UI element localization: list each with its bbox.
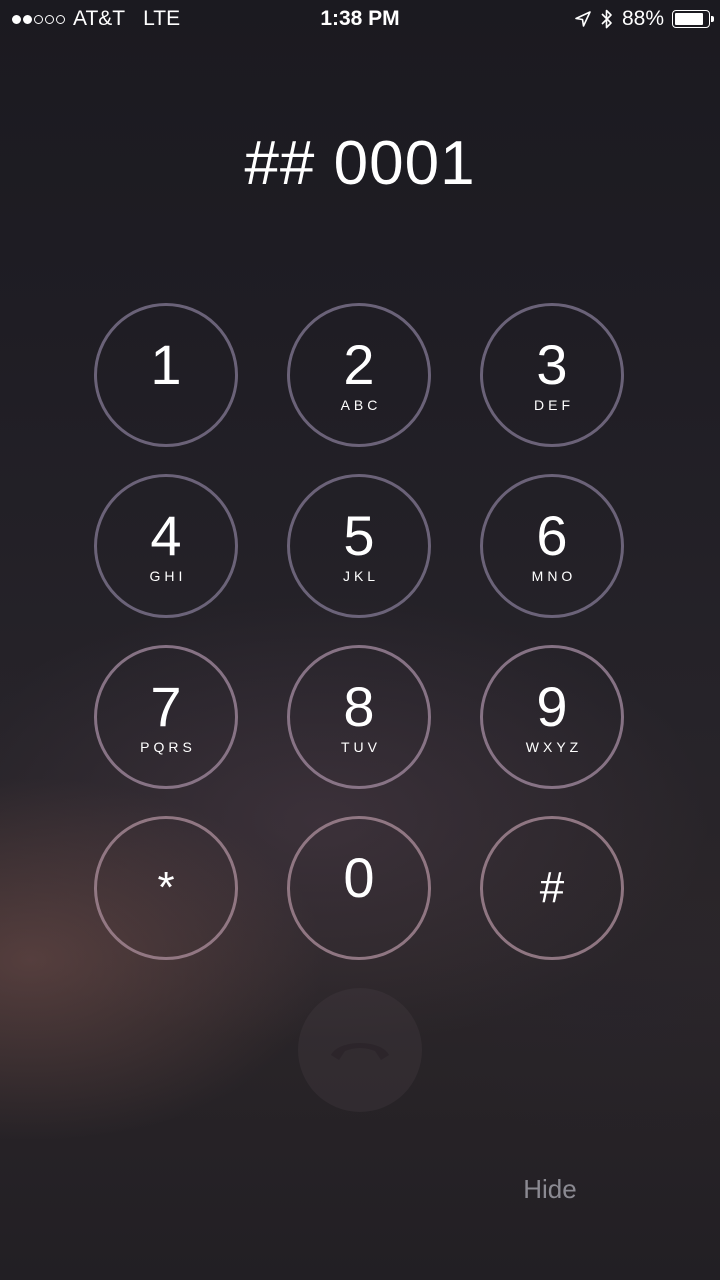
key-letters: GHI — [149, 568, 187, 584]
battery-percent: 88% — [621, 7, 664, 30]
end-call-button[interactable] — [298, 988, 422, 1112]
key-6[interactable]: 6 MNO — [480, 474, 624, 618]
key-letters: PQRS — [140, 739, 196, 755]
phone-hangup-icon — [325, 1033, 395, 1068]
key-1[interactable]: 1 — [94, 303, 238, 447]
key-5[interactable]: 5 JKL — [287, 474, 431, 618]
key-letters: ABC — [340, 397, 382, 413]
key-digit: 9 — [536, 675, 568, 738]
key-9[interactable]: 9 WXYZ — [480, 645, 624, 789]
key-digit: 3 — [536, 333, 568, 396]
key-digit: * — [157, 863, 175, 912]
key-digit: 8 — [343, 675, 375, 738]
key-7[interactable]: 7 PQRS — [94, 645, 238, 789]
key-hash[interactable]: # — [480, 816, 624, 960]
key-2[interactable]: 2 ABC — [287, 303, 431, 447]
dialed-number: ## 0001 — [244, 129, 476, 198]
key-letters: DEF — [534, 397, 574, 413]
key-digit: 5 — [343, 504, 375, 567]
bluetooth-icon — [600, 8, 614, 30]
key-8[interactable]: 8 TUV — [287, 645, 431, 789]
hide-keypad-button[interactable]: Hide — [500, 1174, 600, 1205]
key-digit: 6 — [536, 504, 568, 567]
key-letters: WXYZ — [525, 739, 583, 755]
battery-nub — [711, 16, 714, 22]
location-arrow-icon — [574, 10, 592, 28]
battery-fill — [675, 13, 704, 25]
key-letters: TUV — [341, 739, 381, 755]
key-letters: JKL — [342, 568, 380, 584]
battery-icon — [672, 10, 714, 28]
key-digit: 4 — [150, 504, 182, 567]
key-digit: # — [539, 863, 565, 912]
keypad: 1 2 ABC 3 DEF 4 GHI 5 JKL 6 MNO 7 PQRS 8… — [94, 303, 626, 960]
key-letters: MNO — [531, 568, 577, 584]
key-digit: 1 — [150, 333, 182, 396]
key-digit: 7 — [150, 675, 182, 738]
key-digit: 2 — [343, 333, 375, 396]
status-bar: AT&T LTE 1:38 PM 88% — [0, 0, 720, 38]
key-0[interactable]: 0 — [287, 816, 431, 960]
key-3[interactable]: 3 DEF — [480, 303, 624, 447]
key-4[interactable]: 4 GHI — [94, 474, 238, 618]
key-star[interactable]: * — [94, 816, 238, 960]
status-right: 88% — [574, 0, 714, 38]
key-digit: 0 — [343, 846, 375, 909]
